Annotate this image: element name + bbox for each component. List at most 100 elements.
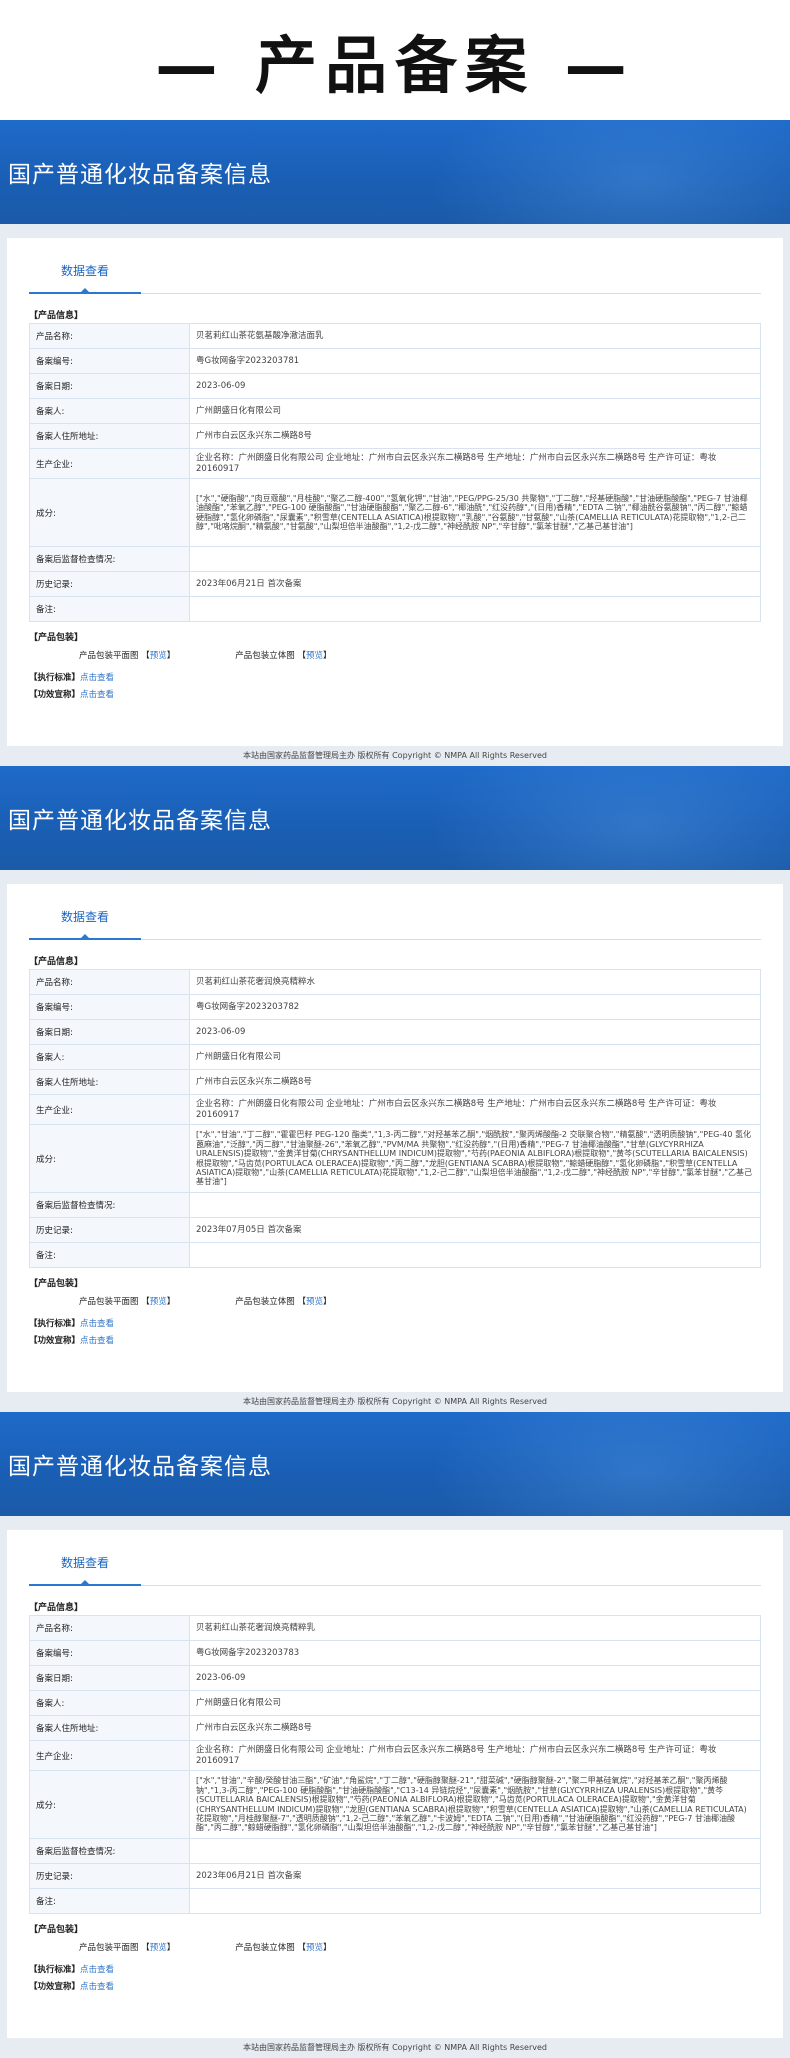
record-panel: 数据查看 【产品信息】 产品名称: 贝茗莉红山茶花奢润焕亮精粹水 备案编号: 粤G妆… (7, 884, 783, 1392)
remark-value (189, 1242, 761, 1268)
pkg-flat-preview-link[interactable]: 预览 (150, 651, 167, 661)
field-label: 备案人: (29, 1044, 190, 1070)
bracket: 【 (297, 1943, 306, 1953)
tab-bar: 数据查看 (29, 256, 761, 294)
table-row: 产品名称: 贝茗莉红山茶花奢润焕亮精粹乳 (29, 1615, 761, 1641)
field-label: 成分: (29, 1124, 190, 1193)
field-label: 备注: (29, 1242, 190, 1268)
post-inspection-value (189, 546, 761, 572)
ingredients-value: ["水","甘油","辛酸/癸酸甘油三酯","矿油","角鲨烷","丁二醇","… (189, 1770, 761, 1839)
record-no-value: 粤G妆网备字2023203782 (189, 994, 761, 1020)
history-value: 2023年06月21日 首次备案 (189, 571, 761, 597)
record-no-value: 粤G妆网备字2023203783 (189, 1640, 761, 1666)
table-row: 成分: ["水","硬脂酸","肉豆蔻酸","月桂酸","聚乙二醇-400","氢… (29, 478, 761, 547)
field-label: 备案日期: (29, 1019, 190, 1045)
pkg-flat-label: 产品包装平面图 (79, 1297, 139, 1307)
table-row: 成分: ["水","甘油","辛酸/癸酸甘油三酯","矿油","角鲨烷","丁二醇… (29, 1770, 761, 1839)
footer: 本站由国家药品监督管理局主办 版权所有 Copyright © NMPA All… (0, 1392, 790, 1412)
exec-standard-link[interactable]: 点击查看 (80, 1965, 114, 1975)
product-info-table: 产品名称: 贝茗莉红山茶花奢润焕亮精粹水 备案编号: 粤G妆网备字202320378… (29, 969, 761, 1268)
bracket: 】 (166, 1297, 176, 1307)
table-row: 备案人住所地址: 广州市白云区永兴东二横路8号 (29, 423, 761, 449)
exec-standard-link[interactable]: 点击查看 (80, 1319, 114, 1329)
manufacturer-value: 企业名称：广州朗盛日化有限公司 企业地址：广州市白云区永兴东二横路8号 生产地址… (189, 1094, 761, 1125)
pkg-flat-preview-link[interactable]: 预览 (150, 1297, 167, 1307)
exec-standard-link[interactable]: 点击查看 (80, 673, 114, 683)
field-label: 成分: (29, 1770, 190, 1839)
product-name-value: 贝茗莉红山茶花奢润焕亮精粹乳 (189, 1615, 761, 1641)
table-row: 历史记录: 2023年06月21日 首次备案 (29, 1863, 761, 1889)
exec-standard-label: 【执行标准】 (29, 1965, 81, 1975)
efficacy-link[interactable]: 点击查看 (80, 1982, 114, 1992)
record-section: 国产普通化妆品备案信息 数据查看 【产品信息】 产品名称: 贝茗莉红山茶花奢润焕亮… (0, 766, 790, 1412)
banner: 国产普通化妆品备案信息 (0, 766, 790, 870)
bracket: 【 (141, 1297, 150, 1307)
exec-standard-row: 【执行标准】点击查看 (29, 1317, 761, 1329)
bracket: 【 (297, 651, 306, 661)
product-info-table: 产品名称: 贝茗莉红山茶花氨基酸净澈洁面乳 备案编号: 粤G妆网备字20232037… (29, 323, 761, 622)
banner-title: 国产普通化妆品备案信息 (8, 808, 272, 834)
registrant-address-value: 广州市白云区永兴东二横路8号 (189, 423, 761, 449)
table-row: 备案人住所地址: 广州市白云区永兴东二横路8号 (29, 1715, 761, 1741)
table-row: 备注: (29, 596, 761, 622)
tab-caret-icon (80, 1580, 90, 1585)
section-label-product-info: 【产品信息】 (29, 1603, 84, 1613)
bracket: 】 (323, 651, 332, 661)
tab-caret-icon (80, 288, 90, 293)
bracket: 】 (323, 1297, 332, 1307)
record-panel: 数据查看 【产品信息】 产品名称: 贝茗莉红山茶花氨基酸净澈洁面乳 备案编号: 粤G… (7, 238, 783, 746)
efficacy-label: 【功效宣称】 (29, 690, 81, 700)
pkg-3d-item: 产品包装立体图 【预览】 (235, 649, 331, 661)
packaging-row: 产品包装平面图 【预览】 产品包装立体图 【预览】 (29, 1941, 761, 1953)
exec-standard-label: 【执行标准】 (29, 1319, 81, 1329)
bracket: 】 (323, 1943, 332, 1953)
tab-data-view[interactable]: 数据查看 (29, 256, 141, 294)
table-row: 生产企业: 企业名称：广州朗盛日化有限公司 企业地址：广州市白云区永兴东二横路8号… (29, 1094, 761, 1125)
registrant-address-value: 广州市白云区永兴东二横路8号 (189, 1715, 761, 1741)
registrant-value: 广州朗盛日化有限公司 (189, 398, 761, 424)
pkg-3d-label: 产品包装立体图 (235, 1943, 295, 1953)
field-label: 备案后监督检查情况: (29, 1838, 190, 1864)
pkg-3d-label: 产品包装立体图 (235, 651, 295, 661)
content-band: 数据查看 【产品信息】 产品名称: 贝茗莉红山茶花奢润焕亮精粹乳 备案编号: 粤G妆… (0, 1516, 790, 2038)
tab-bar: 数据查看 (29, 1548, 761, 1586)
record-panel: 数据查看 【产品信息】 产品名称: 贝茗莉红山茶花奢润焕亮精粹乳 备案编号: 粤G妆… (7, 1530, 783, 2038)
field-label: 历史记录: (29, 571, 190, 597)
table-row: 备案日期: 2023-06-09 (29, 1665, 761, 1691)
table-row: 备案日期: 2023-06-09 (29, 373, 761, 399)
table-row: 历史记录: 2023年06月21日 首次备案 (29, 571, 761, 597)
field-label: 备案日期: (29, 373, 190, 399)
field-label: 备案后监督检查情况: (29, 1192, 190, 1218)
content-band: 数据查看 【产品信息】 产品名称: 贝茗莉红山茶花氨基酸净澈洁面乳 备案编号: 粤G… (0, 224, 790, 746)
table-row: 备案编号: 粤G妆网备字2023203782 (29, 994, 761, 1020)
bracket: 】 (166, 1943, 176, 1953)
registrant-value: 广州朗盛日化有限公司 (189, 1690, 761, 1716)
record-date-value: 2023-06-09 (189, 373, 761, 399)
pkg-3d-preview-link[interactable]: 预览 (306, 1943, 323, 1953)
pkg-3d-preview-link[interactable]: 预览 (306, 1297, 323, 1307)
exec-standard-row: 【执行标准】点击查看 (29, 1963, 761, 1975)
history-value: 2023年07月05日 首次备案 (189, 1217, 761, 1243)
tab-data-view[interactable]: 数据查看 (29, 1548, 141, 1586)
section-label-product-info: 【产品信息】 (29, 957, 84, 967)
bracket: 【 (297, 1297, 306, 1307)
pkg-flat-label: 产品包装平面图 (79, 651, 139, 661)
table-row: 备案后监督检查情况: (29, 546, 761, 572)
pkg-flat-preview-link[interactable]: 预览 (150, 1943, 167, 1953)
table-row: 生产企业: 企业名称：广州朗盛日化有限公司 企业地址：广州市白云区永兴东二横路8号… (29, 1740, 761, 1771)
pkg-3d-preview-link[interactable]: 预览 (306, 651, 323, 661)
efficacy-link[interactable]: 点击查看 (80, 690, 114, 700)
record-no-value: 粤G妆网备字2023203781 (189, 348, 761, 374)
efficacy-label: 【功效宣称】 (29, 1336, 81, 1346)
tab-caret-icon (80, 934, 90, 939)
record-section: 国产普通化妆品备案信息 数据查看 【产品信息】 产品名称: 贝茗莉红山茶花奢润焕亮… (0, 1412, 790, 2058)
tab-label: 数据查看 (60, 1556, 109, 1570)
field-label: 历史记录: (29, 1863, 190, 1889)
efficacy-link[interactable]: 点击查看 (80, 1336, 114, 1346)
bracket: 】 (166, 651, 176, 661)
ingredients-value: ["水","硬脂酸","肉豆蔻酸","月桂酸","聚乙二醇-400","氢氧化钾… (189, 478, 761, 547)
tab-data-view[interactable]: 数据查看 (29, 902, 141, 940)
banner: 国产普通化妆品备案信息 (0, 120, 790, 224)
field-label: 备案人: (29, 398, 190, 424)
pkg-3d-item: 产品包装立体图 【预览】 (235, 1295, 331, 1307)
